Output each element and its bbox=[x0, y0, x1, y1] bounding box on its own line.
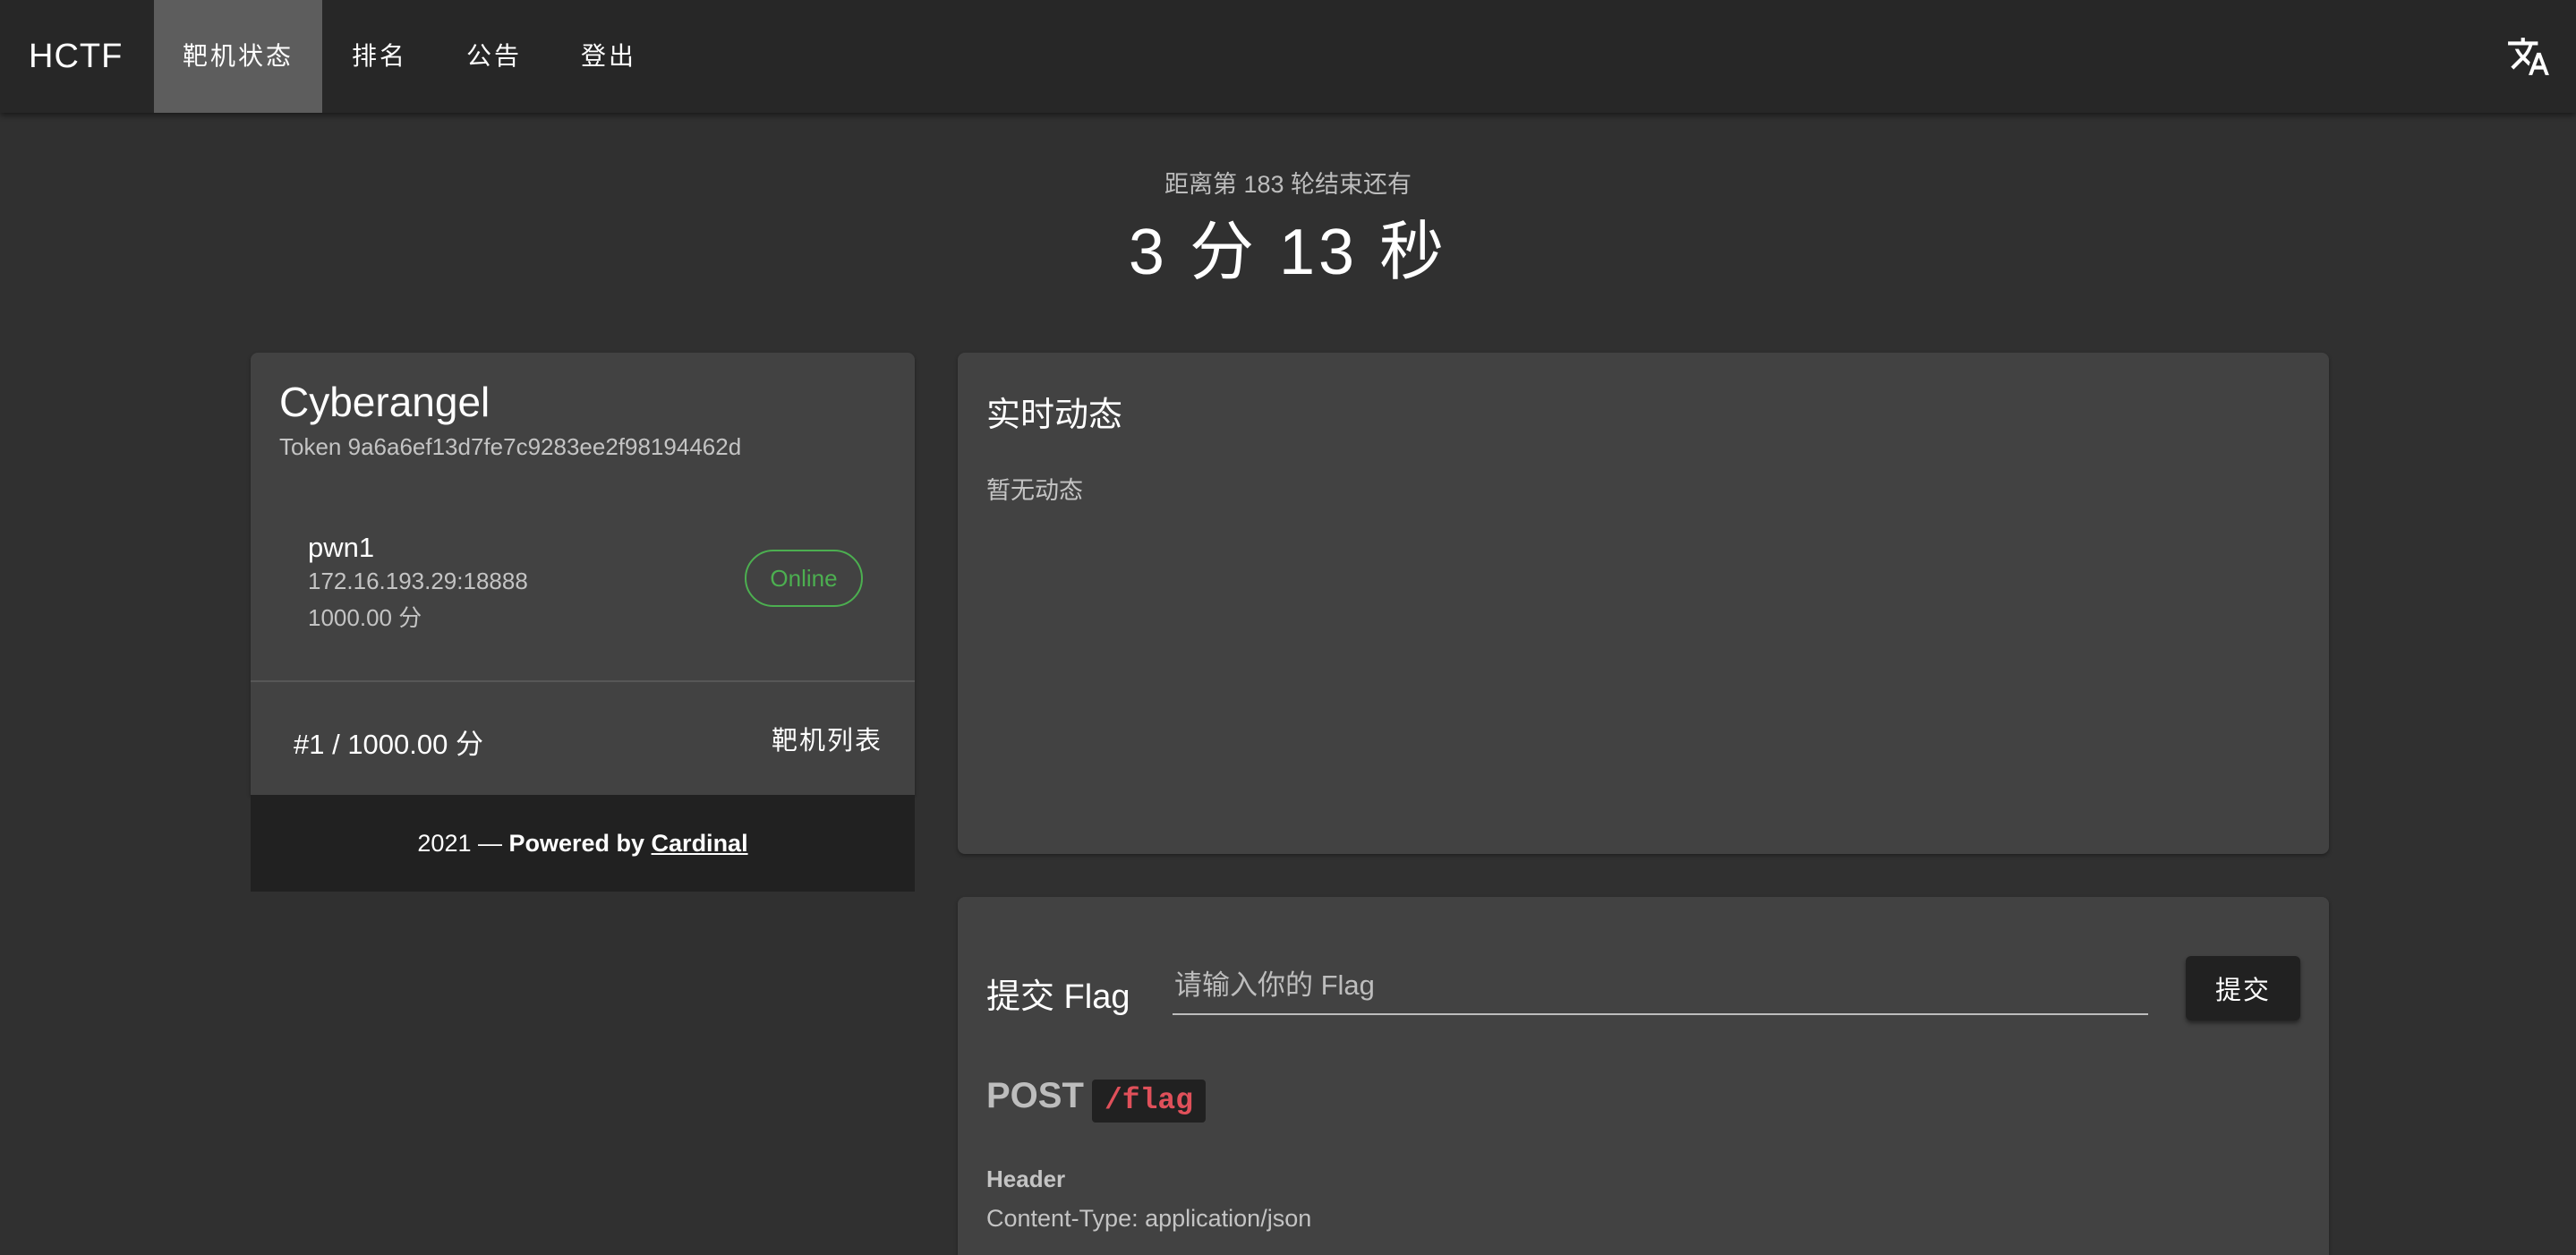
divider bbox=[251, 680, 915, 682]
team-card: Cyberangel Token 9a6a6ef13d7fe7c9283ee2f… bbox=[251, 353, 915, 795]
live-feed-empty: 暂无动态 bbox=[986, 477, 1083, 504]
footer-powered-by: Powered by bbox=[508, 830, 652, 857]
api-path: /flag bbox=[1092, 1080, 1207, 1123]
flag-submit-card: 提交 Flag 提交 POST /flag Header Content-Typ… bbox=[958, 897, 2329, 1255]
tab-announcements[interactable]: 公告 bbox=[437, 0, 551, 113]
team-name: Cyberangel bbox=[279, 379, 490, 425]
footer: 2021 — Powered by Cardinal bbox=[251, 795, 915, 892]
tab-ranking[interactable]: 排名 bbox=[322, 0, 437, 113]
footer-year: 2021 bbox=[417, 830, 472, 857]
footer-separator: — bbox=[471, 830, 509, 857]
flag-input[interactable] bbox=[1173, 958, 2148, 1015]
cardinal-link[interactable]: Cardinal bbox=[652, 830, 748, 857]
flag-title: 提交 Flag bbox=[986, 978, 1130, 1016]
api-method: POST bbox=[986, 1076, 1084, 1115]
translate-icon[interactable] bbox=[2506, 34, 2551, 79]
target-list-button[interactable]: 靶机列表 bbox=[764, 709, 890, 768]
api-header-value: Content-Type: application/json bbox=[986, 1205, 1312, 1232]
live-feed-title: 实时动态 bbox=[986, 397, 1123, 434]
target-address: 172.16.193.29:18888 bbox=[308, 568, 528, 594]
target-score: 1000.00 分 bbox=[308, 604, 422, 631]
brand-title[interactable]: HCTF bbox=[29, 0, 123, 113]
live-feed-card: 实时动态 暂无动态 bbox=[958, 353, 2329, 854]
app-bar: HCTF 靶机状态 排名 公告 登出 bbox=[0, 0, 2576, 113]
tab-logout[interactable]: 登出 bbox=[551, 0, 666, 113]
submit-flag-button[interactable]: 提交 bbox=[2186, 956, 2300, 1020]
round-countdown: 3 分 13 秒 bbox=[1128, 217, 1448, 288]
tab-target-status[interactable]: 靶机状态 bbox=[154, 0, 322, 113]
target-name: pwn1 bbox=[308, 532, 375, 563]
round-caption: 距离第 183 轮结束还有 bbox=[1164, 171, 1412, 198]
team-token: Token 9a6a6ef13d7fe7c9283ee2f98194462d bbox=[279, 433, 742, 460]
target-item: pwn1 172.16.193.29:18888 1000.00 分 Onlin… bbox=[308, 532, 863, 639]
status-badge: Online bbox=[745, 550, 863, 607]
team-rank: #1 / 1000.00 分 bbox=[294, 729, 483, 760]
api-header-label: Header bbox=[986, 1165, 1066, 1192]
